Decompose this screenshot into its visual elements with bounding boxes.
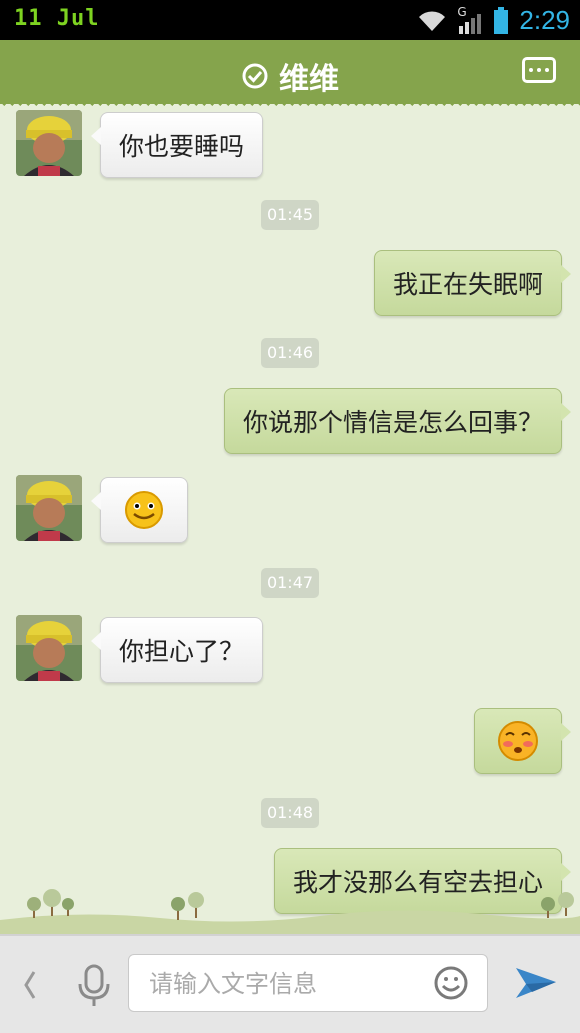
signal-icon: G (457, 5, 483, 34)
timestamp: 01:45 (261, 200, 319, 230)
timestamp: 01:47 (261, 568, 319, 598)
contact-name: 维维 (279, 62, 339, 97)
message-text: 你担心了？ (119, 637, 245, 666)
message-bubble-outgoing[interactable]: 你说那个情信是怎么回事？ (223, 388, 572, 454)
message-text: 你说那个情信是怎么回事？ (242, 408, 543, 437)
avatar[interactable] (16, 110, 82, 176)
chat-list[interactable]: 你也要睡吗 01:45 我正在失眠啊 01:46 你说那个情信是怎么回事？ 01… (0, 104, 580, 934)
back-chevron-icon[interactable] (20, 968, 40, 1002)
input-bar (0, 934, 580, 1033)
blush-emoji-icon (498, 721, 538, 761)
status-date: 11 Jul (14, 6, 100, 31)
more-menu-icon[interactable] (522, 57, 556, 83)
message-bubble-outgoing[interactable] (474, 708, 571, 774)
message-input-box[interactable] (128, 954, 488, 1012)
message-bubble-outgoing[interactable]: 我正在失眠啊 (373, 250, 572, 316)
status-bar: 11 Jul G 2:29 (0, 0, 580, 40)
microphone-icon[interactable] (74, 962, 114, 1010)
message-text: 我正在失眠啊 (392, 270, 543, 299)
message-input[interactable] (147, 967, 411, 1001)
smile-emoji-icon (125, 491, 163, 529)
avatar[interactable] (16, 615, 82, 681)
message-bubble-incoming[interactable]: 你也要睡吗 (90, 112, 264, 178)
scenery-decoration (0, 889, 580, 934)
header-title-area: 维维 (0, 54, 580, 98)
timestamp: 01:48 (261, 798, 319, 828)
send-icon[interactable] (512, 962, 560, 1006)
status-icons: G 2:29 (417, 5, 570, 36)
avatar[interactable] (16, 475, 82, 541)
battery-icon (494, 6, 509, 34)
check-circle-icon (242, 63, 268, 89)
emoji-face-icon[interactable] (433, 965, 469, 1001)
chat-header: 维维 (0, 40, 580, 110)
wifi-icon (419, 10, 446, 31)
timestamp: 01:46 (261, 338, 319, 368)
clock: 2:29 (519, 5, 570, 35)
message-bubble-incoming[interactable]: 你担心了？ (90, 617, 264, 683)
message-bubble-incoming[interactable] (91, 477, 188, 543)
message-text: 你也要睡吗 (119, 132, 245, 161)
